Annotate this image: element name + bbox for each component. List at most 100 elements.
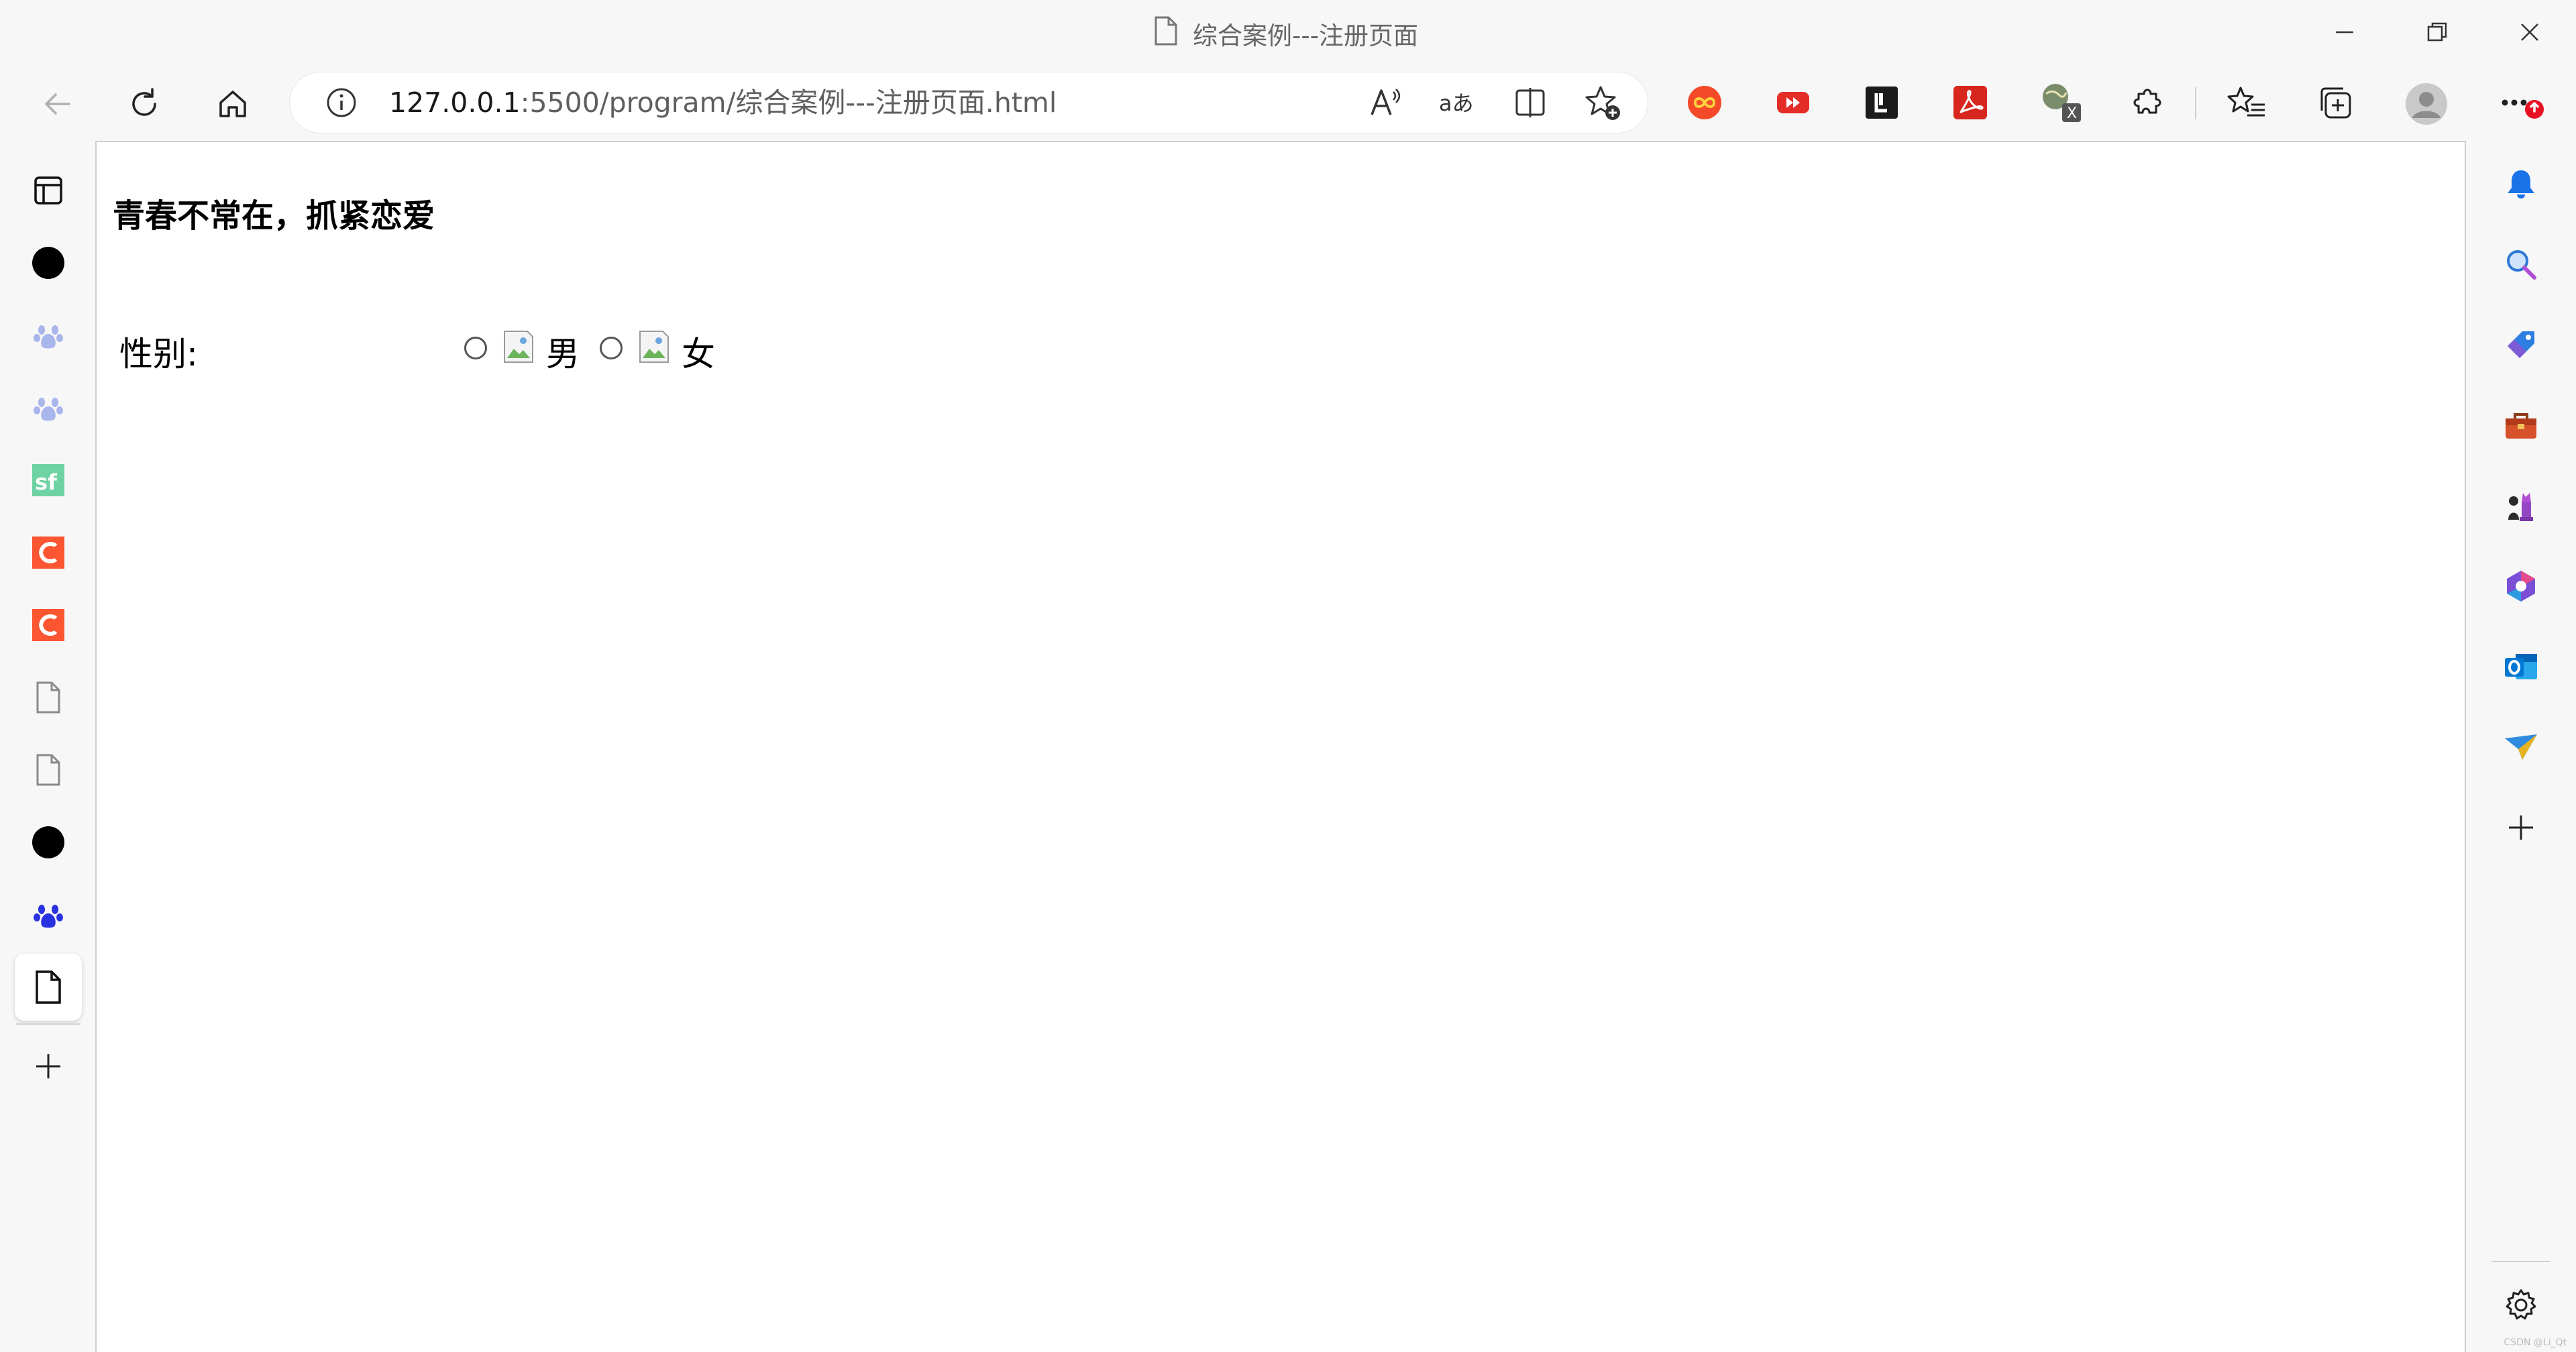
close-icon — [2521, 23, 2538, 41]
ext-x-badge: X — [2067, 105, 2077, 122]
search-icon — [2507, 250, 2536, 280]
black-circle-favicon-icon — [32, 247, 64, 279]
vertical-tab-4[interactable]: sf — [15, 447, 82, 514]
read-aloud-icon — [1371, 89, 1401, 115]
window-title-group: 综合案例---注册页面 — [1154, 15, 1418, 52]
extensions-button[interactable] — [2128, 82, 2169, 123]
office-button[interactable] — [2494, 559, 2548, 613]
black-circle-favicon-icon — [32, 826, 64, 858]
outlook-icon — [2505, 654, 2537, 679]
page-content: 青春不常在，抓紧恋爱 性别: 男 女 — [95, 141, 2466, 1352]
vertical-tab-10[interactable] — [15, 881, 82, 948]
baidu-paw-faded-icon — [34, 398, 63, 421]
back-button[interactable] — [27, 74, 87, 134]
minimize-button[interactable] — [2298, 0, 2391, 64]
split-screen-button[interactable] — [1505, 78, 1555, 127]
vertical-tab-6[interactable] — [15, 592, 82, 659]
address-url[interactable]: 127.0.0.1:5500/program/综合案例---注册页面.html — [389, 72, 1057, 133]
avatar-icon — [2406, 83, 2447, 125]
extension-infinity-button[interactable] — [1684, 82, 1725, 123]
refresh-button[interactable] — [114, 74, 174, 134]
gear-icon — [2506, 1289, 2536, 1320]
svg-text:sf: sf — [35, 469, 58, 495]
shopping-button[interactable] — [2494, 318, 2548, 372]
vertical-tab-9[interactable] — [15, 809, 82, 876]
address-path: :5500/program/综合案例---注册页面.html — [520, 87, 1057, 119]
browser-toolbar: 127.0.0.1:5500/program/综合案例---注册页面.html … — [0, 67, 2576, 141]
page-heading: 青春不常在，抓紧恋爱 — [113, 197, 435, 235]
address-bar[interactable]: 127.0.0.1:5500/program/综合案例---注册页面.html … — [290, 72, 1648, 133]
option-male-label: 男 — [546, 335, 580, 374]
vertical-tabs-divider — [16, 1023, 80, 1025]
toolbox-icon — [2506, 413, 2536, 439]
pdf-icon — [1953, 86, 1987, 119]
add-favorite-button[interactable] — [1578, 78, 1627, 127]
right-sidebar-divider — [2491, 1261, 2551, 1262]
csdn-c-logo-icon — [32, 609, 64, 641]
home-button[interactable] — [203, 74, 263, 134]
translate-icon: aあ — [1439, 91, 1474, 116]
translate-button[interactable]: aあ — [1433, 78, 1483, 127]
send-drop-button[interactable] — [2494, 720, 2548, 774]
games-button[interactable] — [2494, 479, 2548, 532]
profile-button[interactable] — [2404, 82, 2449, 126]
search-sidebar-button[interactable] — [2494, 237, 2548, 291]
restore-icon — [2427, 22, 2447, 42]
tab-panel-icon — [34, 176, 62, 205]
sidebar-settings-button[interactable] — [2494, 1278, 2548, 1332]
home-icon — [219, 91, 246, 117]
favorites-list-icon — [2227, 87, 2265, 117]
settings-more-button[interactable] — [2497, 82, 2551, 123]
close-window-button[interactable] — [2483, 0, 2576, 64]
gender-row: 性别: 男 女 — [119, 322, 924, 376]
document-icon — [36, 754, 60, 786]
site-info-button[interactable] — [317, 78, 366, 127]
price-tag-icon — [2508, 331, 2534, 358]
chess-pieces-icon — [2508, 493, 2533, 521]
tools-button[interactable] — [2494, 398, 2548, 452]
tab-actions-menu[interactable] — [15, 157, 82, 224]
extension-l-button[interactable] — [1861, 82, 1902, 123]
split-screen-icon — [1515, 88, 1545, 117]
collections-button[interactable] — [2314, 82, 2356, 123]
vertical-tab-5[interactable] — [15, 519, 82, 586]
restore-button[interactable] — [2391, 0, 2483, 64]
broken-image-female-icon — [639, 330, 669, 363]
option-female-label: 女 — [682, 335, 715, 374]
extension-x-button[interactable]: X — [2039, 82, 2086, 123]
outlook-button[interactable] — [2494, 640, 2548, 693]
paper-plane-icon — [2505, 734, 2537, 760]
radio-female[interactable] — [600, 337, 623, 359]
watermark-text: CSDN @Li_Qt — [2504, 1337, 2567, 1348]
collections-icon — [2320, 87, 2351, 119]
vertical-tab-7[interactable] — [15, 664, 82, 731]
minimize-icon — [2336, 31, 2353, 34]
extension-video-button[interactable] — [1772, 82, 1814, 123]
title-bar: 综合案例---注册页面 — [0, 0, 2576, 67]
broken-image-male-icon — [503, 330, 534, 363]
extension-pdf-button[interactable] — [1949, 82, 1991, 123]
vertical-tab-8[interactable] — [15, 736, 82, 803]
gender-label: 性别: — [119, 335, 198, 374]
new-tab-button[interactable] — [15, 1033, 82, 1100]
plus-icon — [2509, 815, 2533, 840]
read-aloud-button[interactable] — [1360, 78, 1410, 127]
sf-logo-icon: sf — [32, 464, 64, 496]
notifications-button[interactable] — [2494, 157, 2548, 211]
favorites-button[interactable] — [2226, 82, 2267, 123]
radio-male[interactable] — [464, 337, 487, 359]
baidu-paw-faded-icon — [34, 325, 63, 349]
star-add-icon — [1585, 86, 1620, 120]
vertical-tab-active[interactable] — [15, 954, 82, 1021]
video-play-icon — [1777, 92, 1809, 113]
microsoft-365-icon — [2507, 571, 2535, 602]
globe-x-icon: X — [2043, 84, 2081, 122]
l-logo-icon — [1866, 87, 1898, 119]
vertical-tab-3[interactable] — [15, 374, 82, 441]
refresh-icon — [132, 88, 156, 116]
infinity-icon — [1688, 86, 1721, 119]
vertical-tab-1[interactable] — [15, 229, 82, 296]
customize-sidebar-button[interactable] — [2494, 801, 2548, 854]
window-title: 综合案例---注册页面 — [1193, 21, 1419, 50]
vertical-tab-2[interactable] — [15, 302, 82, 369]
